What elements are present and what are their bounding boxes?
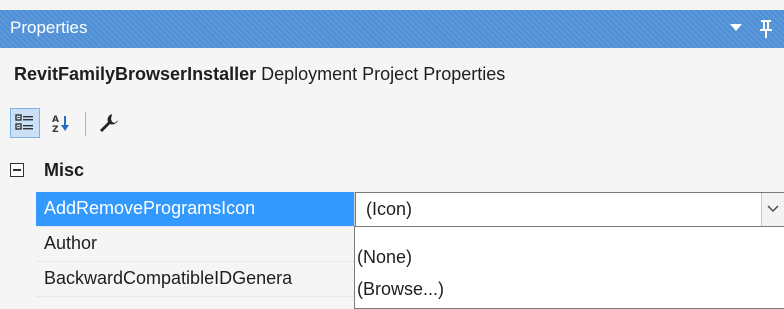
wrench-icon — [100, 114, 118, 132]
property-row[interactable]: AddRemoveProgramsIcon (Icon) — [36, 192, 784, 227]
value-dropdown-list: (None) (Browse...) — [354, 226, 784, 309]
chevron-down-icon — [767, 205, 779, 212]
alphabetical-button[interactable]: A Z — [46, 108, 76, 138]
category-misc: Misc — [0, 156, 784, 186]
properties-toolbar: A Z — [10, 108, 310, 142]
svg-text:Z: Z — [52, 125, 59, 134]
value-combobox[interactable]: (Icon) — [355, 192, 784, 227]
categorized-button[interactable] — [10, 108, 40, 138]
object-type: Deployment Project Properties — [261, 64, 506, 84]
property-pages-button[interactable] — [94, 108, 124, 138]
dropdown-option-browse[interactable]: (Browse...) — [357, 273, 444, 305]
dropdown-option-none[interactable]: (None) — [357, 241, 412, 273]
property-name[interactable]: BackwardCompatibleIDGenera — [36, 262, 354, 297]
pin-icon[interactable] — [758, 18, 774, 40]
property-name[interactable]: Author — [36, 227, 354, 262]
categorized-icon — [15, 114, 33, 130]
object-name: RevitFamilyBrowserInstaller — [14, 64, 257, 84]
value-text: (Icon) — [366, 199, 413, 219]
toolbar-separator — [85, 112, 86, 136]
object-selector[interactable]: RevitFamilyBrowserInstaller Deployment P… — [14, 64, 505, 85]
collapse-icon[interactable] — [10, 163, 24, 177]
svg-text:A: A — [52, 115, 59, 125]
property-value[interactable]: (Icon) — [354, 192, 784, 227]
category-label: Misc — [44, 160, 85, 180]
properties-titlebar: Properties — [0, 10, 784, 48]
alphabetical-icon: A Z — [52, 115, 69, 134]
dropdown-button[interactable] — [761, 193, 784, 226]
window-position-dropdown-icon[interactable] — [730, 24, 742, 31]
panel-title: Properties — [10, 18, 88, 37]
property-name[interactable]: AddRemoveProgramsIcon — [36, 192, 354, 227]
